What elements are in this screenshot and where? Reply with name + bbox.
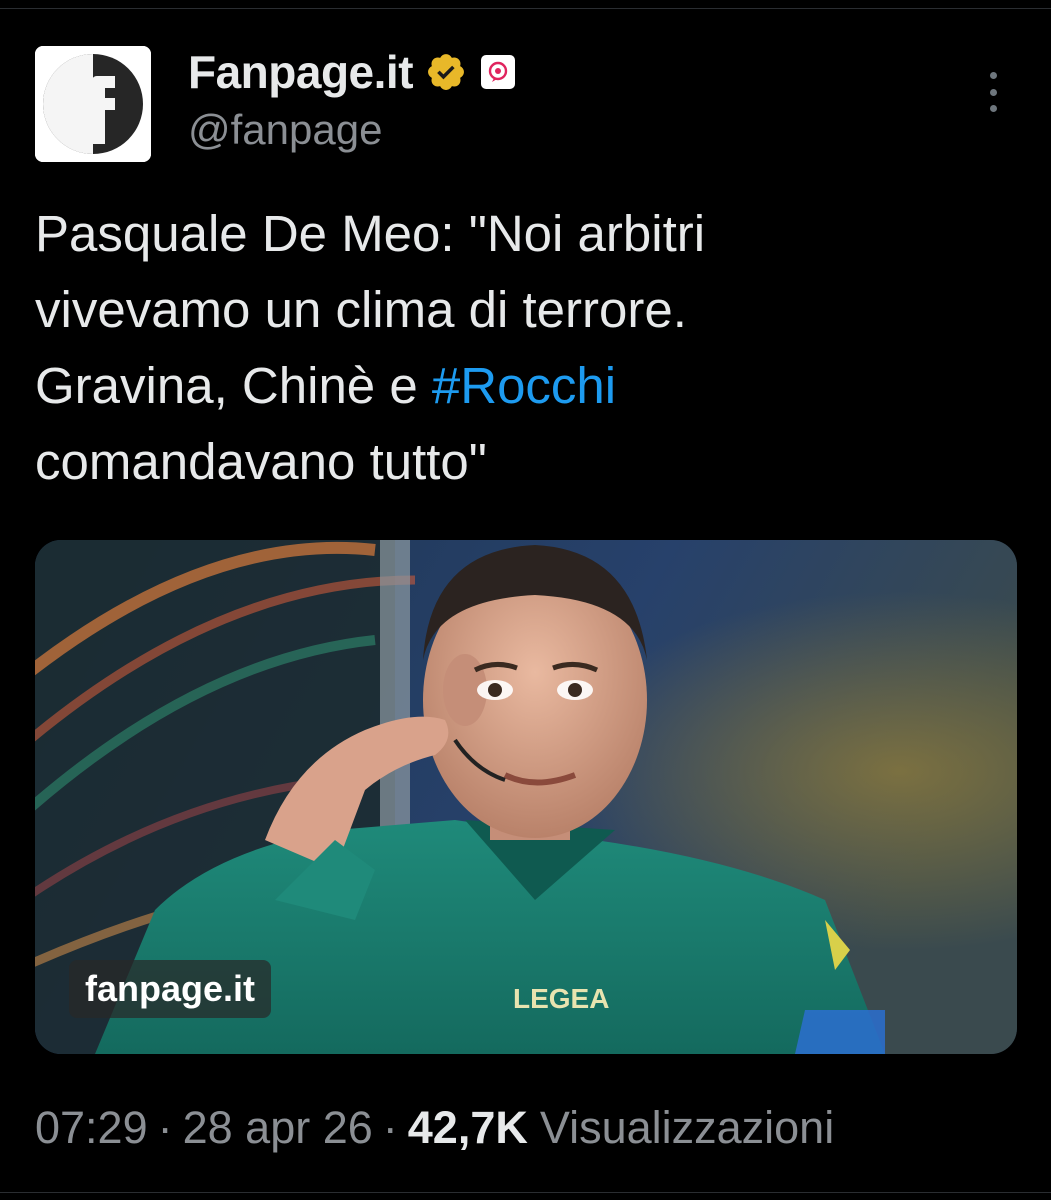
shirt-brand-text: LEGEA (513, 983, 609, 1014)
views-label[interactable]: Visualizzazioni (540, 1102, 834, 1154)
more-dot (989, 72, 997, 79)
author-handle[interactable]: @fanpage (188, 106, 382, 154)
affiliate-badge-icon[interactable] (481, 55, 516, 89)
author-avatar[interactable] (35, 46, 151, 162)
author-name-row: Fanpage.it (188, 44, 516, 100)
tweet-line-text: Gravina, Chinè e (35, 357, 432, 414)
tweet-line: comandavano tutto" (35, 433, 487, 490)
tweet-line: Gravina, Chinè e #Rocchi (35, 348, 1015, 424)
more-options-icon[interactable] (978, 72, 1008, 112)
more-dot (989, 88, 997, 96)
views-count[interactable]: 42,7K (408, 1102, 528, 1154)
top-divider (0, 8, 1051, 9)
fanpage-mini-logo-icon (488, 61, 508, 82)
bottom-divider (0, 1192, 1051, 1193)
media-watermark: fanpage.it (69, 960, 272, 1018)
more-dot (989, 105, 997, 112)
author-display-name[interactable]: Fanpage.it (188, 45, 414, 99)
tweet-media-photo[interactable]: LEGEA fanpage.it (35, 540, 1017, 1054)
tweet-meta: 07:29 · 28 apr 26 · 42,7K Visualizzazion… (35, 1096, 834, 1160)
meta-separator: · (382, 1102, 398, 1153)
tweet-line: vivevamo un clima di terrore. (35, 281, 687, 338)
tweet-line: Pasquale De Meo: "Noi arbitri (35, 205, 706, 262)
fanpage-logo-icon (35, 46, 151, 162)
tweet-date[interactable]: 28 apr 26 (183, 1102, 373, 1154)
tweet-text: Pasquale De Meo: "Noi arbitri vivevamo u… (35, 196, 1015, 500)
tweet-time[interactable]: 07:29 (35, 1102, 148, 1154)
verified-badge-icon (428, 54, 464, 90)
meta-separator: · (157, 1102, 173, 1153)
hashtag-link[interactable]: #Rocchi (432, 357, 616, 414)
